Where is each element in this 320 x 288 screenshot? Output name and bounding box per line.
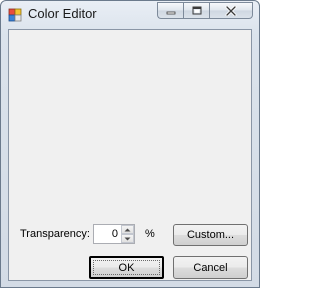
stepper-down-button[interactable] [121, 234, 134, 243]
stepper-up-button[interactable] [121, 225, 134, 234]
title-bar[interactable]: Color Editor [1, 1, 259, 29]
percent-label: % [145, 228, 155, 240]
ok-button[interactable]: OK [89, 256, 164, 279]
transparency-value[interactable]: 0 [96, 228, 118, 241]
window-title: Color Editor [28, 6, 97, 21]
maximize-icon [192, 6, 201, 15]
transparency-label: Transparency: [20, 228, 90, 240]
minimize-icon [166, 11, 175, 14]
close-button[interactable] [209, 2, 253, 19]
ok-button-label: OK [118, 261, 135, 274]
stepper-arrows [121, 225, 134, 243]
color-editor-window: Color Editor Transparency: 0 % Custom...… [0, 0, 260, 288]
cancel-button[interactable]: Cancel [173, 256, 248, 279]
transparency-stepper[interactable]: 0 [93, 224, 135, 244]
chevron-down-icon [124, 237, 131, 240]
close-icon [225, 5, 237, 16]
minimize-button[interactable] [157, 2, 183, 19]
app-icon [8, 8, 22, 22]
caption-buttons [157, 2, 253, 20]
custom-button[interactable]: Custom... [173, 224, 248, 246]
chevron-up-icon [124, 228, 131, 231]
maximize-button[interactable] [183, 2, 209, 19]
client-area: Transparency: 0 % Custom... OK Cancel [8, 29, 252, 281]
